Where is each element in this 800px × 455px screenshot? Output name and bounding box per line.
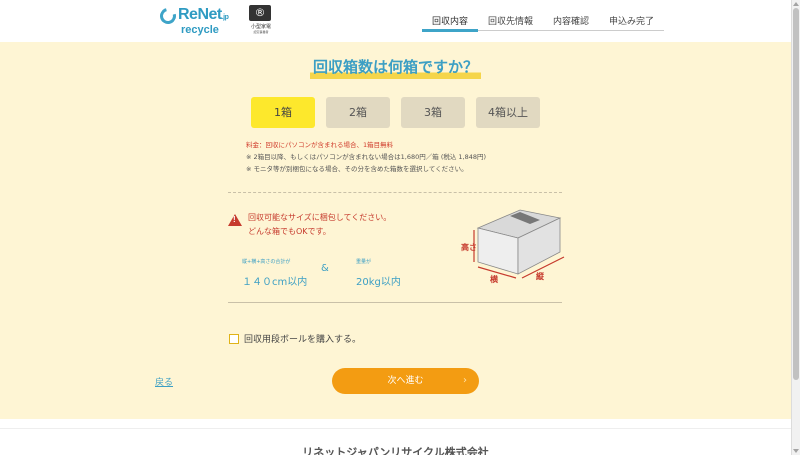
box-count-options: 1箱 2箱 3箱 4箱以上 — [251, 97, 540, 128]
renet-logo[interactable]: ReNet.jp recycle — [157, 5, 240, 38]
logo-brand: ReNet.jp — [178, 6, 229, 24]
step-collection-address: 回収先情報 — [488, 16, 534, 26]
width-label: 横 — [490, 274, 499, 284]
height-label: 高さ — [461, 242, 477, 252]
partner-mark-icon: ® — [249, 5, 271, 21]
logo-sub: recycle — [181, 24, 219, 36]
box-option-2[interactable]: 2箱 — [326, 97, 390, 128]
page: ReNet.jp recycle ® 小型家電 認定事業者 回収内容 回収先情報… — [0, 0, 791, 455]
logo-suffix: .jp — [221, 14, 229, 21]
back-link[interactable]: 戻る — [155, 375, 173, 388]
warning-exclamation: ! — [233, 215, 236, 224]
box-option-1[interactable]: 1箱 — [251, 97, 315, 128]
step-collection-content: 回収内容 — [422, 13, 479, 32]
monitor-note: ※ モニタ等が別梱包になる場合、その分を含めた箱数を選択してください。 — [246, 165, 468, 173]
page-title-text: 回収箱数は何箱ですか？ — [309, 58, 481, 79]
price-note: ※ 2箱目以降、もしくはパソコンが含まれない場合は1,680円／箱 (税込 1,… — [246, 153, 487, 161]
box-option-3[interactable]: 3箱 — [401, 97, 465, 128]
step-confirm: 内容確認 — [553, 16, 590, 26]
partner-badge: ® 小型家電 認定事業者 — [249, 5, 273, 37]
depth-label: 縦 — [536, 271, 545, 281]
site-header: ReNet.jp recycle ® 小型家電 認定事業者 回収内容 回収先情報… — [0, 0, 791, 42]
recycle-ring-icon — [157, 5, 179, 27]
checkbox-label[interactable]: 回収用段ボールを購入する。 — [244, 332, 361, 345]
partner-name: 小型家電 — [250, 24, 271, 30]
site-footer: リネットジャパンリサイクル株式会社 — [0, 419, 791, 455]
buy-cardboard-checkbox[interactable]: 回収用段ボールを購入する。 — [229, 332, 361, 345]
fee-notes: 料金：回収にパソコンが含まれる場合、1箱目無料 ※ 2箱目以降、もしくはパソコン… — [246, 139, 486, 175]
page-title: 回収箱数は何箱ですか？ — [0, 56, 791, 79]
divider — [228, 192, 562, 193]
footer-divider — [0, 428, 791, 429]
cardboard-box-diagram: 高さ 横 縦 — [461, 209, 565, 284]
ampersand: & — [321, 263, 329, 274]
step-complete: 申込み完了 — [609, 16, 655, 26]
warning-line-1: 回収可能なサイズに梱包してください。 — [248, 213, 392, 222]
divider — [228, 302, 562, 303]
scroll-down-icon[interactable] — [793, 449, 799, 453]
scrollbar-thumb[interactable] — [793, 8, 799, 380]
fee-note: 料金：回収にパソコンが含まれる場合、1箱目無料 — [246, 141, 394, 149]
main-panel: 回収箱数は何箱ですか？ 1箱 2箱 3箱 4箱以上 料金：回収にパソコンが含まれ… — [0, 42, 791, 419]
logo-brand-text: ReNet — [178, 6, 222, 23]
warning-line-2: どんな箱でもOKです。 — [248, 227, 331, 236]
next-button-label: 次へ進む — [387, 376, 424, 386]
next-button[interactable]: 次へ進む › — [332, 368, 479, 394]
weight-limit-label: 重量が — [356, 259, 372, 265]
vertical-scrollbar[interactable] — [791, 0, 800, 455]
weight-limit-value: 20kg以内 — [356, 277, 401, 288]
partner-caption: 認定事業者 — [253, 30, 269, 34]
scroll-up-icon[interactable] — [793, 2, 799, 6]
checkbox-box[interactable] — [229, 333, 239, 344]
company-name: リネットジャパンリサイクル株式会社 — [302, 446, 489, 455]
chevron-right-icon: › — [463, 375, 467, 386]
box-option-4plus[interactable]: 4箱以上 — [476, 97, 540, 128]
progress-steps: 回収内容 回収先情報 内容確認 申込み完了 — [422, 13, 665, 32]
dims-limit-label: 縦+横+高さの合計が — [242, 259, 291, 265]
dims-limit-value: １４０cm以内 — [242, 277, 308, 288]
